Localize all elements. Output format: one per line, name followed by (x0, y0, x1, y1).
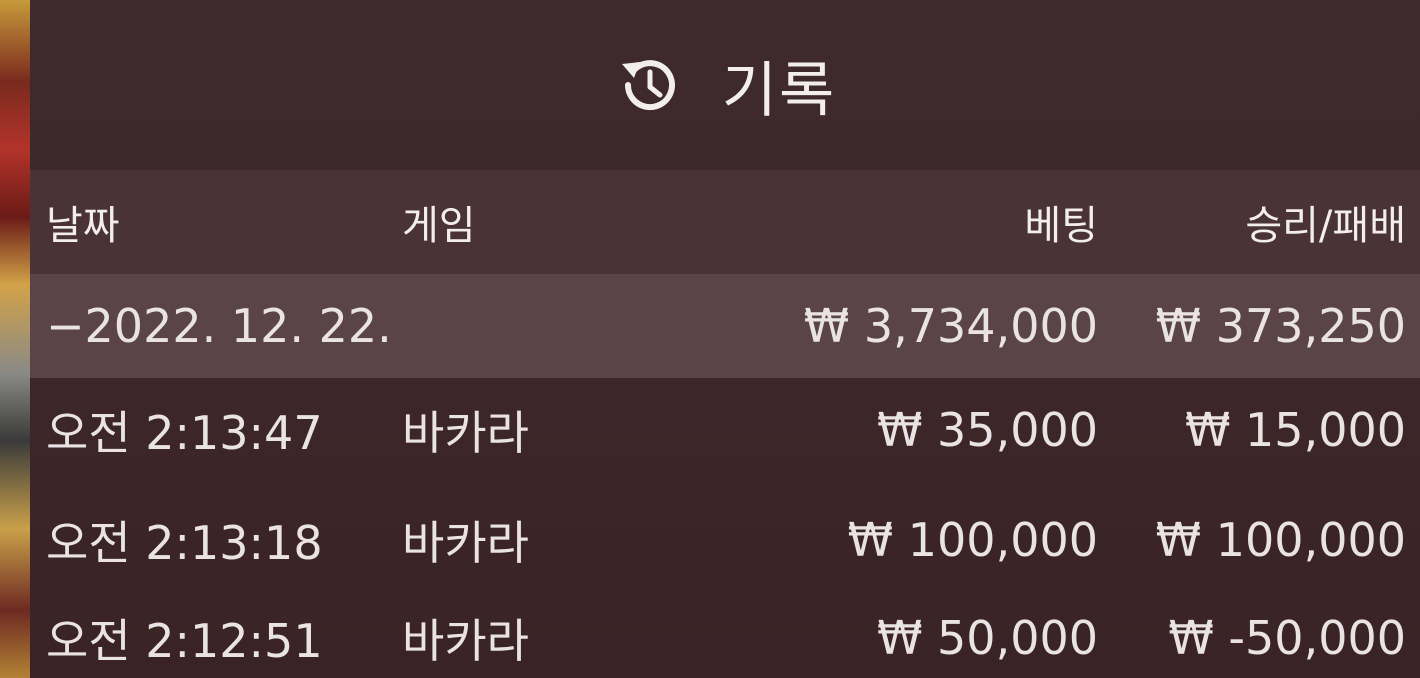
game-background (0, 0, 30, 678)
row-game: 바카라 (402, 614, 529, 668)
row-result: ₩ -50,000 (1168, 611, 1406, 665)
row-bet: ₩ 100,000 (847, 513, 1098, 567)
row-game: 바카라 (402, 516, 529, 570)
row-bet: ₩ 50,000 (876, 611, 1098, 665)
history-screen: 기록 날짜 게임 베팅 승리/패배 −2022. 12. 22. ₩ 3,734… (0, 0, 1420, 678)
table-row[interactable]: 오전 2:13:18 바카라 ₩ 100,000 ₩ 100,000 (30, 488, 1420, 592)
row-time: 오전 2:12:51 (46, 614, 323, 668)
row-result: ₩ 100,000 (1155, 513, 1406, 567)
column-header-bet[interactable]: 베팅 (1024, 170, 1098, 274)
history-icon (614, 50, 684, 120)
row-time: 오전 2:13:18 (46, 516, 323, 570)
column-header-result[interactable]: 승리/패배 (1245, 170, 1406, 274)
history-panel: 기록 날짜 게임 베팅 승리/패배 −2022. 12. 22. ₩ 3,734… (30, 0, 1420, 678)
row-bet: ₩ 35,000 (876, 403, 1098, 457)
column-header-game[interactable]: 게임 (402, 170, 476, 274)
date-group-label: −2022. 12. 22. (46, 299, 392, 353)
row-result: ₩ 15,000 (1184, 403, 1406, 457)
date-group-bet-total: ₩ 3,734,000 (803, 299, 1098, 353)
row-game: 바카라 (402, 406, 529, 460)
page-title: 기록 (721, 55, 837, 126)
date-group-result-total: ₩ 373,250 (1155, 299, 1406, 353)
column-header-date[interactable]: 날짜 (46, 170, 120, 274)
table-row[interactable]: 오전 2:12:51 바카라 ₩ 50,000 ₩ -50,000 (30, 586, 1420, 678)
date-group-row[interactable]: −2022. 12. 22. ₩ 3,734,000 ₩ 373,250 (30, 274, 1420, 378)
row-time: 오전 2:13:47 (46, 406, 323, 460)
history-header: 기록 (30, 0, 1420, 170)
table-row[interactable]: 오전 2:13:47 바카라 ₩ 35,000 ₩ 15,000 (30, 378, 1420, 482)
table-header: 날짜 게임 베팅 승리/패배 (30, 170, 1420, 274)
